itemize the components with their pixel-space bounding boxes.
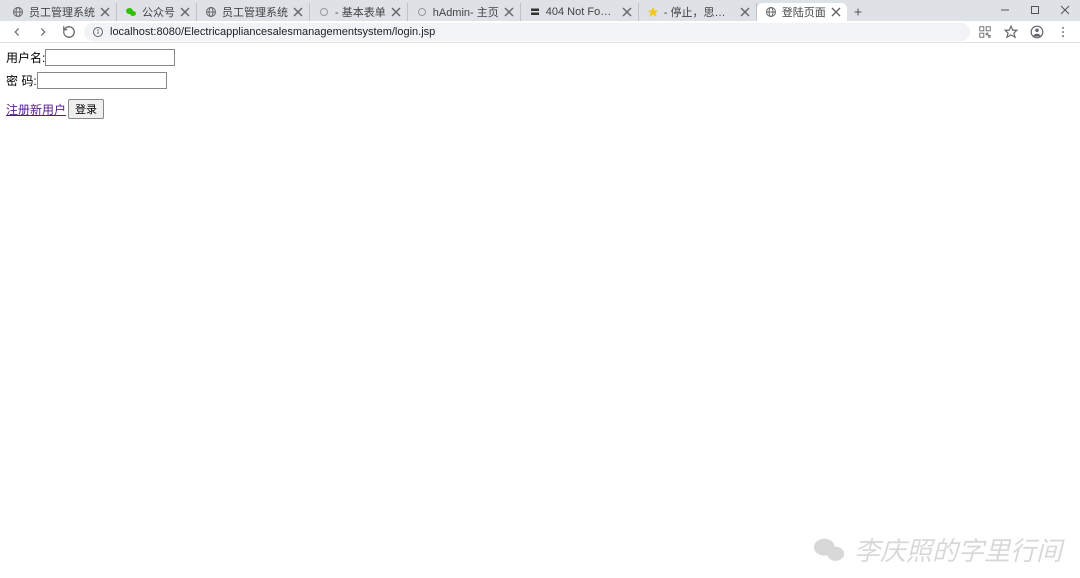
close-tab-icon[interactable] [622,7,632,17]
menu-icon[interactable] [1052,21,1074,43]
close-tab-icon[interactable] [740,7,750,17]
url-text: localhost:8080/Electricappliancesalesman… [110,26,962,38]
password-label: 密 码: [6,72,37,89]
wechat-icon [812,533,846,567]
tab-title: 员工管理系统 [29,4,95,20]
password-input[interactable] [37,72,167,89]
browser-tab[interactable]: 公众号 [117,3,197,21]
browser-tab[interactable]: 404 Not Found [521,3,639,21]
browser-tab[interactable]: - 停止，思念 [http://118 [639,3,757,21]
toolbar: localhost:8080/Electricappliancesalesman… [0,21,1080,43]
globe-icon [205,6,217,18]
reload-button[interactable] [58,21,80,43]
page-content: 用户名: 密 码: 注册新用户 登录 [0,43,1080,125]
browser-tab[interactable]: 员工管理系统 [197,3,310,21]
tab-strip: 员工管理系统 公众号 员工管理系统 - 基本表单 hAdmin- 主页 404 Not F… [0,0,1080,21]
star-icon [647,6,659,18]
globe-icon [12,6,24,18]
close-tab-icon[interactable] [504,7,514,17]
tab-title: - 停止，思念 [http://118 [664,4,735,20]
close-tab-icon[interactable] [100,7,110,17]
username-row: 用户名: [6,49,1074,66]
maximize-button[interactable] [1020,0,1050,20]
circle-icon [416,6,428,18]
register-link[interactable]: 注册新用户 [6,101,66,118]
watermark: 李庆照的字里行间 [812,531,1062,568]
browser-tab[interactable]: - 基本表单 [310,3,408,21]
new-tab-button[interactable] [847,3,869,21]
window-controls [990,0,1080,20]
login-button[interactable]: 登录 [68,99,104,119]
forward-button[interactable] [32,21,54,43]
watermark-text: 李庆照的字里行间 [854,531,1062,568]
back-button[interactable] [6,21,28,43]
close-tab-icon[interactable] [391,7,401,17]
site-info-icon [92,26,104,38]
tab-title: 员工管理系统 [222,4,288,20]
close-tab-icon[interactable] [293,7,303,17]
close-window-button[interactable] [1050,0,1080,20]
browser-tab[interactable]: 登陆页面 [757,3,847,21]
globe-icon [765,6,777,18]
server-icon [529,6,541,18]
tab-title: 公众号 [142,4,175,20]
address-bar[interactable]: localhost:8080/Electricappliancesalesman… [84,23,970,41]
tab-title: - 基本表单 [335,4,386,20]
browser-tab[interactable]: hAdmin- 主页 [408,3,521,21]
wechat-icon [125,6,137,18]
tab-title: hAdmin- 主页 [433,4,499,20]
username-input[interactable] [45,49,175,66]
password-row: 密 码: [6,72,1074,89]
action-row: 注册新用户 登录 [6,99,1074,119]
close-tab-icon[interactable] [180,7,190,17]
browser-tab[interactable]: 员工管理系统 [4,3,117,21]
qr-icon[interactable] [974,21,996,43]
tab-title: 登陆页面 [782,4,826,20]
profile-avatar-icon[interactable] [1026,21,1048,43]
username-label: 用户名: [6,49,45,66]
circle-icon [318,6,330,18]
minimize-button[interactable] [990,0,1020,20]
close-tab-icon[interactable] [831,7,841,17]
tab-title: 404 Not Found [546,6,617,18]
bookmark-star-icon[interactable] [1000,21,1022,43]
